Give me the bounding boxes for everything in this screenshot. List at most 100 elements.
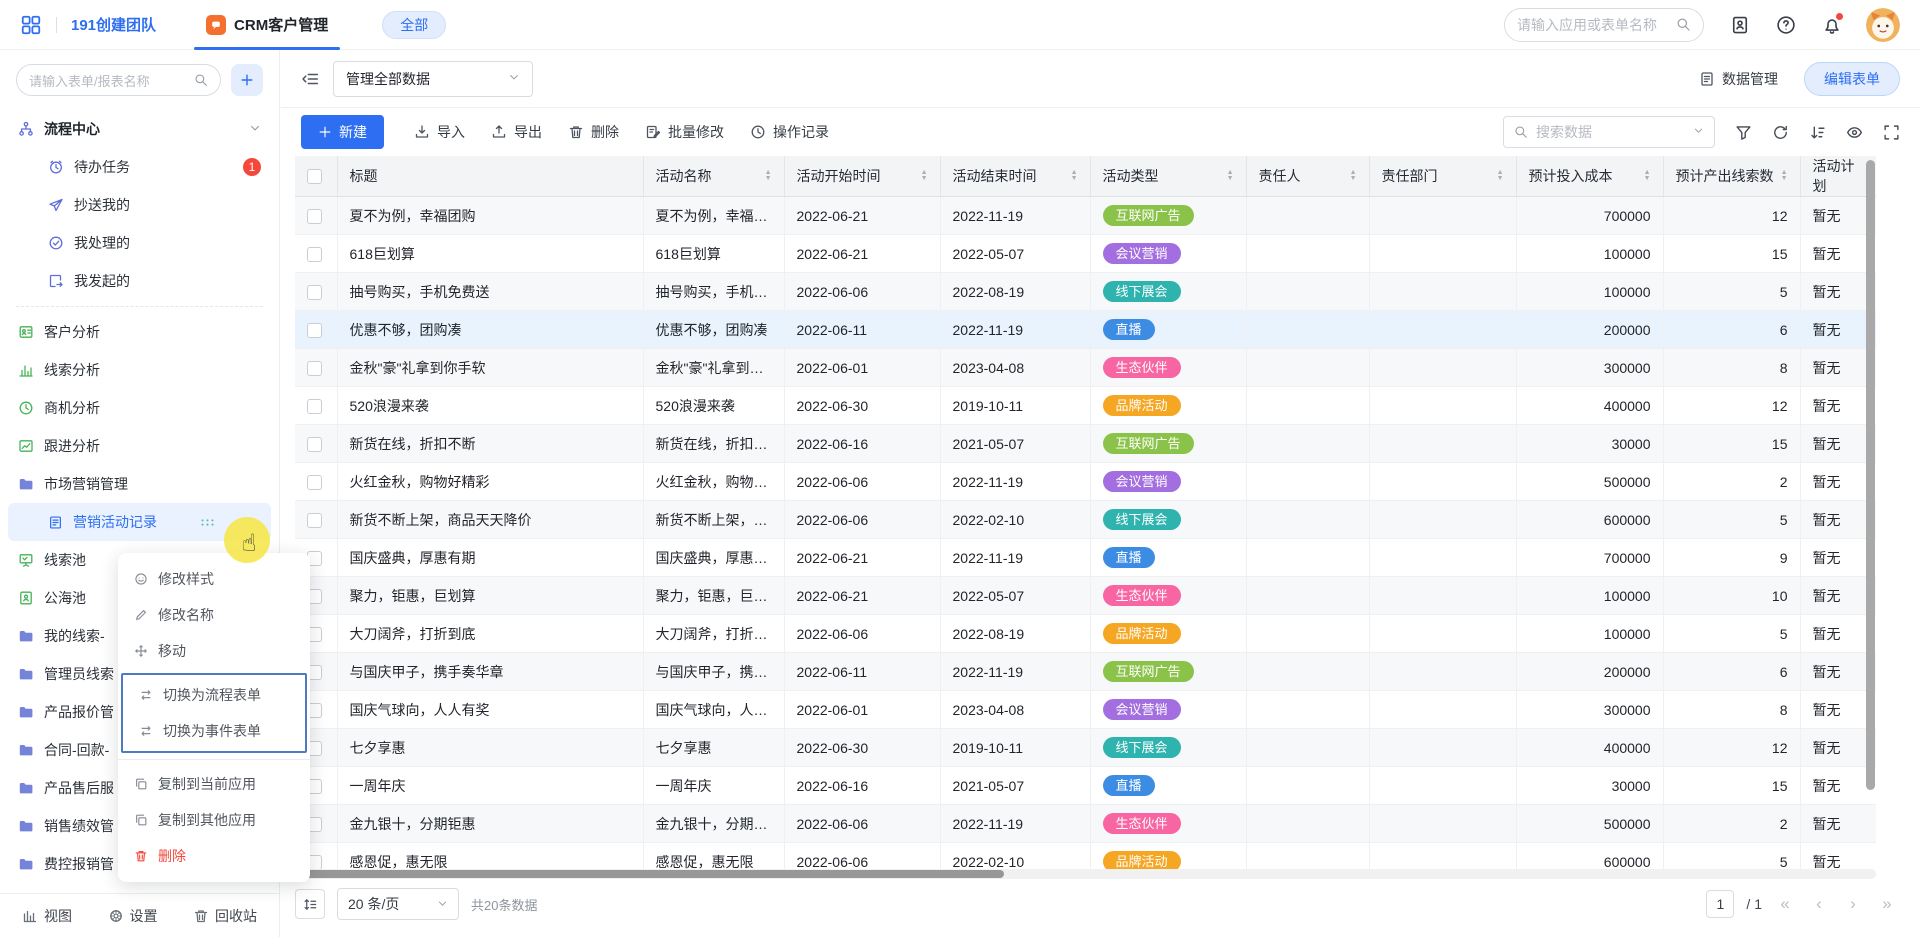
table-row[interactable]: 聚力，钜惠，巨划算 聚力，钜惠，巨划算 2022-06-21 2022-05-0… [295, 577, 1876, 615]
column-header[interactable]: 活动结束时间 [940, 156, 1090, 197]
select-all-checkbox[interactable] [307, 169, 322, 184]
sidebar-item-started-by-me[interactable]: 我发起的 [0, 262, 279, 300]
next-page-button[interactable]: › [1842, 894, 1864, 914]
current-page-input[interactable]: 1 [1706, 890, 1734, 918]
sort-arrows-icon[interactable] [1227, 170, 1234, 182]
cell-title[interactable]: 与国庆甲子，携手奏华章 [337, 653, 643, 691]
add-form-button[interactable] [231, 64, 263, 96]
batch-edit-button[interactable]: 批量修改 [645, 122, 724, 142]
column-header[interactable]: 活动名称 [643, 156, 784, 197]
page-size-select[interactable]: 20 条/页 [337, 888, 459, 920]
prev-page-button[interactable]: ‹ [1808, 894, 1830, 914]
table-row[interactable]: 国庆气球向，人人有奖 国庆气球向，人人有奖 2022-06-01 2023-04… [295, 691, 1876, 729]
collapse-sidebar-icon[interactable] [301, 70, 319, 88]
data-manage-button[interactable]: 数据管理 [1699, 69, 1778, 89]
menu-item-switch-event-form[interactable]: 切换为事件表单 [123, 713, 305, 749]
sidebar-item-customer-analysis[interactable]: 客户分析 [0, 313, 279, 351]
row-checkbox[interactable] [307, 285, 322, 300]
cell-title[interactable]: 新货在线，折扣不断 [337, 425, 643, 463]
row-checkbox[interactable] [307, 513, 322, 528]
table-row[interactable]: 火红金秋，购物好精彩 火红金秋，购物好精彩 2022-06-06 2022-11… [295, 463, 1876, 501]
data-view-select[interactable]: 管理全部数据 [333, 61, 533, 97]
user-avatar[interactable] [1866, 8, 1900, 42]
menu-item-modify-style[interactable]: 修改样式 [118, 561, 310, 597]
sidebar-item-todo-tasks[interactable]: 待办任务 1 [0, 148, 279, 186]
cell-title[interactable]: 火红金秋，购物好精彩 [337, 463, 643, 501]
cell-title[interactable]: 一周年庆 [337, 767, 643, 805]
sort-arrows-icon[interactable] [1497, 170, 1504, 182]
team-name[interactable]: 191创建团队 [71, 14, 156, 35]
horizontal-scrollbar[interactable] [295, 869, 1876, 879]
menu-item-delete[interactable]: 删除 [118, 838, 310, 874]
delete-button[interactable]: 删除 [568, 122, 619, 142]
table-row[interactable]: 金九银十，分期钜惠 金九银十，分期钜惠 2022-06-06 2022-11-1… [295, 805, 1876, 843]
sort-arrows-icon[interactable] [1071, 170, 1078, 182]
sort-arrows-icon[interactable] [1644, 170, 1651, 182]
table-row[interactable]: 七夕享惠 七夕享惠 2022-06-30 2019-10-11 线下展会 400… [295, 729, 1876, 767]
menu-item-modify-name[interactable]: 修改名称 [118, 597, 310, 633]
sort-arrows-icon[interactable] [921, 170, 928, 182]
column-header[interactable]: 活动开始时间 [784, 156, 940, 197]
cell-title[interactable]: 感恩促，惠无限 [337, 843, 643, 871]
cell-title[interactable]: 聚力，钜惠，巨划算 [337, 577, 643, 615]
table-search-input[interactable]: 搜索数据 [1503, 116, 1715, 148]
table-row[interactable]: 新货不断上架，商品天天降价 新货不断上架，商品... 2022-06-06 20… [295, 501, 1876, 539]
row-checkbox[interactable] [307, 361, 322, 376]
filter-icon[interactable] [1735, 124, 1752, 141]
global-search-input[interactable]: 请输入应用或表单名称 [1504, 8, 1704, 42]
more-actions-icon[interactable] [200, 514, 215, 530]
menu-item-copy-to-other-app[interactable]: 复制到其他应用 [118, 802, 310, 838]
row-checkbox[interactable] [307, 437, 322, 452]
form-search-input[interactable]: 请输入表单/报表名称 [16, 64, 221, 96]
table-row[interactable]: 一周年庆 一周年庆 2022-06-16 2021-05-07 直播 30000… [295, 767, 1876, 805]
settings-button[interactable]: 设置 [108, 906, 158, 926]
fullscreen-icon[interactable] [1883, 124, 1900, 141]
sort-arrows-icon[interactable] [1781, 170, 1788, 182]
first-page-button[interactable]: « [1774, 894, 1796, 914]
table-row[interactable]: 夏不为例，幸福团购 夏不为例，幸福团购 2022-06-21 2022-11-1… [295, 197, 1876, 235]
cell-title[interactable]: 520浪漫来袭 [337, 387, 643, 425]
vertical-scrollbar-thumb[interactable] [1866, 160, 1875, 790]
sort-arrows-icon[interactable] [1350, 170, 1357, 182]
sort-arrows-icon[interactable] [765, 170, 772, 182]
cell-title[interactable]: 国庆气球向，人人有奖 [337, 691, 643, 729]
cell-title[interactable]: 大刀阔斧，打折到底 [337, 615, 643, 653]
chevron-down-icon[interactable] [1693, 125, 1704, 139]
edit-form-button[interactable]: 编辑表单 [1804, 62, 1900, 96]
sidebar-group-process-center[interactable]: 流程中心 [0, 110, 279, 148]
cell-title[interactable]: 抽号购买，手机免费送 [337, 273, 643, 311]
column-header[interactable]: 预计投入成本 [1516, 156, 1663, 197]
sidebar-item-lead-analysis[interactable]: 线索分析 [0, 351, 279, 389]
column-header[interactable]: 活动类型 [1090, 156, 1246, 197]
last-page-button[interactable]: » [1876, 894, 1898, 914]
sidebar-item-cc-to-me[interactable]: 抄送我的 [0, 186, 279, 224]
row-checkbox[interactable] [307, 475, 322, 490]
operation-log-button[interactable]: 操作记录 [750, 122, 829, 142]
help-icon[interactable] [1776, 15, 1796, 35]
cell-title[interactable]: 新货不断上架，商品天天降价 [337, 501, 643, 539]
sidebar-item-opportunity-analysis[interactable]: 商机分析 [0, 389, 279, 427]
cell-title[interactable]: 优惠不够，团购凑 [337, 311, 643, 349]
export-button[interactable]: 导出 [491, 122, 542, 142]
cell-title[interactable]: 夏不为例，幸福团购 [337, 197, 643, 235]
sort-icon[interactable] [1809, 124, 1826, 141]
table-row[interactable]: 新货在线，折扣不断 新货在线，折扣不断 2022-06-16 2021-05-0… [295, 425, 1876, 463]
table-row[interactable]: 大刀阔斧，打折到底 大刀阔斧，打折到底 2022-06-06 2022-08-1… [295, 615, 1876, 653]
column-visibility-eye-icon[interactable] [1846, 124, 1863, 141]
sidebar-item-followup-analysis[interactable]: 跟进分析 [0, 427, 279, 465]
menu-item-move[interactable]: 移动 [118, 633, 310, 669]
table-row[interactable]: 与国庆甲子，携手奏华章 与国庆甲子，携手奏... 2022-06-11 2022… [295, 653, 1876, 691]
row-height-button[interactable] [295, 889, 325, 919]
column-header[interactable]: 活动计划 [1800, 156, 1876, 197]
cell-title[interactable]: 国庆盛典，厚惠有期 [337, 539, 643, 577]
tab-crm-app[interactable]: CRM客户管理 [194, 0, 340, 50]
sidebar-item-handled-by-me[interactable]: 我处理的 [0, 224, 279, 262]
column-header[interactable]: 预计产出线索数 [1663, 156, 1800, 197]
new-record-button[interactable]: 新建 [301, 115, 384, 149]
row-checkbox[interactable] [307, 399, 322, 414]
notification-bell-icon[interactable] [1822, 15, 1842, 35]
row-checkbox[interactable] [307, 323, 322, 338]
cell-title[interactable]: 618巨划算 [337, 235, 643, 273]
row-checkbox[interactable] [307, 209, 322, 224]
recycle-bin-button[interactable]: 回收站 [193, 906, 257, 926]
